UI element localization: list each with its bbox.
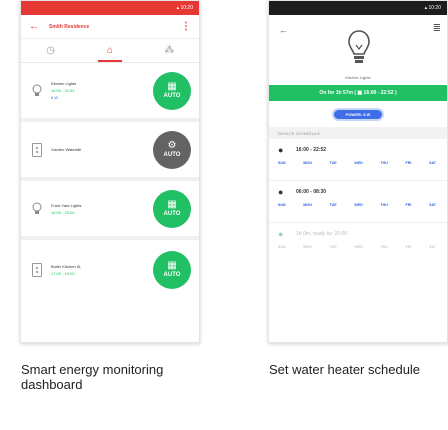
device-name: Garden Waterfall (51, 147, 82, 152)
schedule-item[interactable]: ● 06:00 - 08:30 SUN MON TUE WED THU FRI … (269, 181, 447, 223)
tab-network[interactable]: ⁂ (140, 39, 199, 62)
tab-home[interactable]: ⌂ (80, 39, 139, 62)
auto-label: AUTO (163, 211, 181, 217)
dashboard-screen: ▴ 10:20 ← Smith Residence ⋮ ◷ ⌂ ⁂ Kitche… (20, 0, 200, 343)
back-arrow-icon[interactable]: ← (279, 25, 288, 35)
day-tue[interactable]: TUE (329, 161, 336, 165)
schedule-time: 1h 0m, ready by: 20:00 (296, 231, 348, 237)
day-thu[interactable]: THU (380, 203, 387, 207)
auto-label: AUTO (163, 93, 181, 99)
bulb-icon (29, 202, 45, 216)
device-name: Front Yard Lights (51, 202, 82, 208)
bulb-icon (29, 84, 45, 98)
menu-icon[interactable]: ≣ (433, 23, 441, 34)
section-header: DEVICE SCHEDULE (269, 127, 447, 139)
auto-button[interactable]: ⚙ AUTO (153, 130, 191, 169)
socket-icon (29, 262, 45, 277)
plug-icon (29, 142, 45, 157)
day-thu[interactable]: THU (380, 161, 387, 165)
device-card-front-yard-lights[interactable]: Front Yard Lights 16:00 - 23:00 ▦ AUTO (21, 181, 199, 240)
day-sat[interactable]: SAT (429, 161, 436, 165)
back-arrow-icon[interactable]: ← (29, 21, 43, 32)
caption-dashboard: Smart energy monitoring dashboard (21, 362, 164, 392)
day-tue[interactable]: TUE (329, 203, 336, 207)
day-sun[interactable]: SUN (278, 245, 286, 249)
status-bar: ▴ 10:20 (21, 1, 199, 15)
lightbulb-icon (347, 29, 371, 74)
calendar-icon: ▦ (167, 81, 177, 92)
auto-label: AUTO (163, 152, 181, 158)
device-name: Kitchen Lights (51, 81, 77, 86)
schedule-time: 06:00 - 08:30 (296, 189, 327, 195)
day-fri[interactable]: FRI (406, 161, 412, 165)
calendar-icon: ▦ (167, 199, 177, 210)
device-card-garden-waterfall[interactable]: Garden Waterfall ⚙ AUTO (21, 122, 199, 181)
schedule-time: 16:00 - 22:52 (296, 147, 327, 153)
day-tue[interactable]: TUE (329, 245, 336, 249)
schedule-screen: ▴ 10:20 ← ≣ Kitchen Lights On for 1h 57m… (268, 0, 448, 343)
location-pin-icon: ● (278, 187, 284, 197)
day-mon[interactable]: MON (303, 161, 311, 165)
device-name: Boiler Kitchen 5L (51, 263, 82, 269)
schedule-item[interactable]: ● 16:00 - 22:52 SUN MON TUE WED THU FRI … (269, 139, 447, 181)
auto-button[interactable]: ▦ AUTO (153, 71, 191, 110)
tab-bar: ◷ ⌂ ⁂ (21, 39, 199, 63)
day-sun[interactable]: SUN (278, 203, 286, 207)
day-sat[interactable]: SAT (429, 203, 436, 207)
auto-button[interactable]: ▦ AUTO (153, 189, 191, 228)
weekday-row: SUN MON TUE WED THU FRI SAT (278, 203, 438, 207)
auto-label: AUTO (163, 272, 181, 278)
day-wed[interactable]: WED (354, 161, 362, 165)
device-schedule: 17:00 - 19:00 (51, 270, 75, 276)
day-thu[interactable]: THU (380, 245, 387, 249)
location-pin-icon: ● (278, 145, 284, 155)
clock-icon: ◷ (46, 45, 56, 56)
schedule-item-inactive[interactable]: ● 1h 0m, ready by: 20:00 SUN MON TUE WED… (269, 223, 447, 265)
gear-icon: ⚙ (167, 140, 177, 151)
auto-button[interactable]: ▦ AUTO (153, 250, 191, 289)
status-text: ▴ 10:20 (424, 5, 441, 11)
status-bar: ▴ 10:20 (269, 1, 447, 15)
home-icon: ⌂ (106, 45, 114, 56)
tab-schedule[interactable]: ◷ (21, 39, 80, 62)
device-schedule: 16:00 - 23:00 (51, 209, 75, 215)
calendar-icon: ▦ (167, 260, 177, 271)
status-banner: On for 1h 57m ( ▦ 16:00 - 22:52 ) (269, 85, 447, 101)
device-power: 8 W (51, 95, 59, 100)
page-title: Smith Residence (49, 23, 90, 30)
network-icon: ⁂ (164, 45, 175, 56)
weekday-row: SUN MON TUE WED THU FRI SAT (278, 161, 438, 165)
day-mon[interactable]: MON (303, 245, 311, 249)
location-pin-icon: ● (278, 229, 284, 239)
day-wed[interactable]: WED (354, 203, 362, 207)
device-schedule: 16:00 - 22:52 (51, 88, 75, 93)
more-menu-icon[interactable]: ⋮ (181, 21, 191, 32)
weekday-row: SUN MON TUE WED THU FRI SAT (278, 245, 438, 249)
power-badge[interactable]: POWER: 8 W (331, 107, 385, 121)
device-name: Kitchen Lights (345, 75, 371, 80)
status-text: ▴ 10:20 (176, 5, 193, 11)
caption-schedule: Set water heater schedule (269, 362, 421, 377)
device-header: ← ≣ Kitchen Lights (269, 15, 447, 83)
device-card-kitchen-lights[interactable]: Kitchen Lights 16:00 - 22:52 8 W ▦ AUTO (21, 63, 199, 122)
day-wed[interactable]: WED (354, 245, 362, 249)
app-bar: ← Smith Residence ⋮ (21, 15, 199, 39)
day-sat[interactable]: SAT (429, 245, 436, 249)
device-card-boiler-kitchen[interactable]: Boiler Kitchen 5L 17:00 - 19:00 ▦ AUTO (21, 240, 199, 299)
day-sun[interactable]: SUN (278, 161, 286, 165)
day-fri[interactable]: FRI (406, 203, 412, 207)
day-mon[interactable]: MON (303, 203, 311, 207)
day-fri[interactable]: FRI (406, 245, 412, 249)
